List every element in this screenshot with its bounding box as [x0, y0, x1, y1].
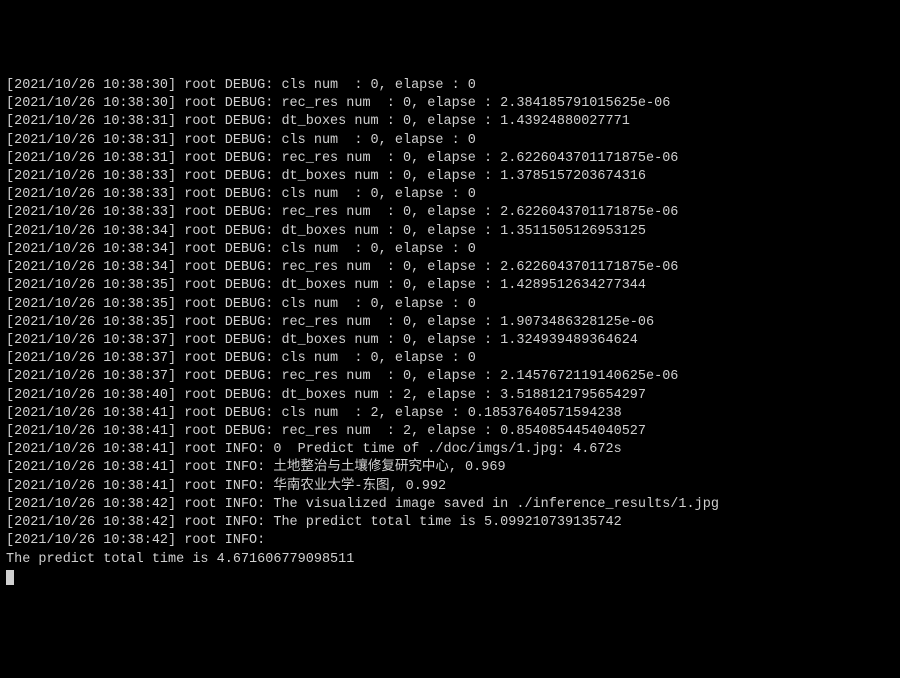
- log-line: [2021/10/26 10:38:35] root DEBUG: rec_re…: [6, 314, 894, 332]
- log-line: [2021/10/26 10:38:41] root DEBUG: cls nu…: [6, 405, 894, 423]
- log-line: [2021/10/26 10:38:31] root DEBUG: cls nu…: [6, 132, 894, 150]
- log-line: [2021/10/26 10:38:37] root DEBUG: rec_re…: [6, 368, 894, 386]
- log-line: [2021/10/26 10:38:33] root DEBUG: rec_re…: [6, 204, 894, 222]
- log-line: [2021/10/26 10:38:31] root DEBUG: dt_box…: [6, 113, 894, 131]
- log-line: [2021/10/26 10:38:30] root DEBUG: cls nu…: [6, 77, 894, 95]
- log-line: [2021/10/26 10:38:42] root INFO: The vis…: [6, 496, 894, 514]
- log-line: [2021/10/26 10:38:41] root DEBUG: rec_re…: [6, 423, 894, 441]
- log-line: [2021/10/26 10:38:40] root DEBUG: dt_box…: [6, 387, 894, 405]
- log-line: [2021/10/26 10:38:41] root INFO: 土地整治与土壤…: [6, 459, 894, 477]
- log-line: [2021/10/26 10:38:42] root INFO:: [6, 532, 894, 550]
- log-line: [2021/10/26 10:38:41] root INFO: 0 Predi…: [6, 441, 894, 459]
- terminal-cursor: [6, 570, 14, 585]
- terminal-output[interactable]: [2021/10/26 10:38:30] root DEBUG: cls nu…: [6, 77, 894, 587]
- summary-line: The predict total time is 4.671606779098…: [6, 551, 894, 569]
- cursor-line: [6, 569, 894, 587]
- log-line: [2021/10/26 10:38:34] root DEBUG: dt_box…: [6, 223, 894, 241]
- log-line: [2021/10/26 10:38:30] root DEBUG: rec_re…: [6, 95, 894, 113]
- log-line: [2021/10/26 10:38:33] root DEBUG: dt_box…: [6, 168, 894, 186]
- log-line: [2021/10/26 10:38:37] root DEBUG: cls nu…: [6, 350, 894, 368]
- log-line: [2021/10/26 10:38:34] root DEBUG: cls nu…: [6, 241, 894, 259]
- log-line: [2021/10/26 10:38:33] root DEBUG: cls nu…: [6, 186, 894, 204]
- log-line: [2021/10/26 10:38:41] root INFO: 华南农业大学-…: [6, 478, 894, 496]
- log-line: [2021/10/26 10:38:37] root DEBUG: dt_box…: [6, 332, 894, 350]
- log-line: [2021/10/26 10:38:42] root INFO: The pre…: [6, 514, 894, 532]
- log-line: [2021/10/26 10:38:31] root DEBUG: rec_re…: [6, 150, 894, 168]
- log-line: [2021/10/26 10:38:35] root DEBUG: dt_box…: [6, 277, 894, 295]
- log-line: [2021/10/26 10:38:34] root DEBUG: rec_re…: [6, 259, 894, 277]
- log-line: [2021/10/26 10:38:35] root DEBUG: cls nu…: [6, 296, 894, 314]
